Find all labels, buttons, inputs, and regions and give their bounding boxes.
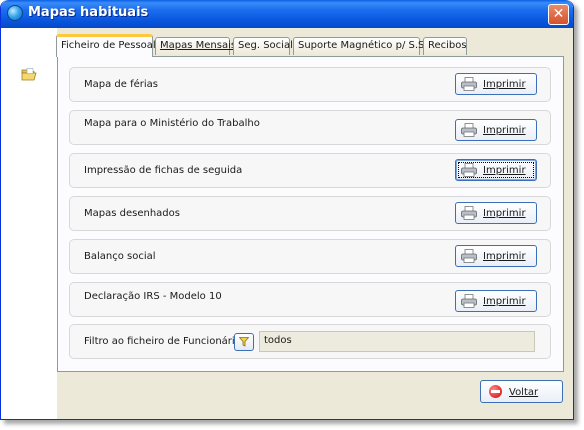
report-row-balanco-social: Balanço social Imprimir bbox=[69, 239, 551, 274]
print-button[interactable]: Imprimir bbox=[455, 159, 537, 181]
row-label: Declaração IRS - Modelo 10 bbox=[84, 291, 222, 302]
print-button[interactable]: Imprimir bbox=[455, 119, 537, 141]
stop-icon bbox=[489, 385, 502, 398]
back-button-label: Voltar bbox=[509, 387, 539, 398]
tab-seg-social[interactable]: Seg. Social bbox=[233, 37, 293, 55]
printer-icon bbox=[461, 163, 477, 177]
print-button-label: Imprimir bbox=[483, 208, 526, 219]
tab-panel: Mapa de férias Imprimir Mapa para o Mini… bbox=[57, 56, 564, 372]
row-label: Mapa de férias bbox=[84, 79, 158, 90]
back-button[interactable]: Voltar bbox=[480, 380, 563, 403]
tab-label: Mapas Mensais bbox=[160, 40, 237, 51]
filter-label: Filtro ao ficheiro de Funcionários bbox=[84, 336, 247, 347]
printer-icon bbox=[461, 77, 477, 91]
print-button[interactable]: Imprimir bbox=[455, 245, 537, 267]
funnel-icon bbox=[239, 337, 249, 347]
tab-ficheiro-de-pessoal[interactable]: Ficheiro de Pessoal bbox=[56, 34, 156, 57]
tab-mapas-mensais[interactable]: Mapas Mensais bbox=[155, 37, 236, 55]
print-button-label: Imprimir bbox=[483, 165, 526, 176]
app-globe-icon bbox=[7, 5, 23, 21]
printer-icon bbox=[461, 123, 477, 137]
print-button-label: Imprimir bbox=[483, 125, 526, 136]
report-row-mapas-desenhados: Mapas desenhados Imprimir bbox=[69, 196, 551, 231]
row-label: Mapas desenhados bbox=[84, 208, 180, 219]
printer-icon bbox=[461, 249, 477, 263]
open-folder-icon bbox=[21, 68, 37, 81]
report-row-ministerio-trabalho: Mapa para o Ministério do Trabalho Impri… bbox=[69, 110, 551, 145]
close-button[interactable]: ✕ bbox=[548, 4, 569, 25]
left-sidebar bbox=[1, 28, 57, 419]
print-button[interactable]: Imprimir bbox=[455, 290, 537, 312]
report-row-mapa-ferias: Mapa de férias Imprimir bbox=[69, 67, 551, 102]
printer-icon bbox=[461, 206, 477, 220]
report-row-fichas-seguida: Impressão de fichas de seguida Imprimir bbox=[69, 153, 551, 188]
print-button[interactable]: Imprimir bbox=[455, 73, 537, 95]
print-button-label: Imprimir bbox=[483, 296, 526, 307]
print-button-label: Imprimir bbox=[483, 251, 526, 262]
report-row-irs-modelo-10: Declaração IRS - Modelo 10 Imprimir bbox=[69, 282, 551, 317]
print-button[interactable]: Imprimir bbox=[455, 202, 537, 224]
title-bar[interactable]: Mapas habituais ✕ bbox=[1, 0, 573, 28]
tab-suporte-magnetico[interactable]: Suporte Magnético p/ S.S. bbox=[293, 37, 428, 55]
filter-row: Filtro ao ficheiro de Funcionários todos bbox=[69, 324, 551, 359]
tab-recibos[interactable]: Recibos bbox=[423, 37, 467, 55]
filter-button[interactable] bbox=[234, 333, 254, 351]
row-label: Impressão de fichas de seguida bbox=[84, 165, 243, 176]
filter-value-field[interactable]: todos bbox=[259, 331, 535, 352]
row-label: Mapa para o Ministério do Trabalho bbox=[84, 118, 260, 129]
print-button-label: Imprimir bbox=[483, 79, 526, 90]
printer-icon bbox=[461, 294, 477, 308]
window-title: Mapas habituais bbox=[28, 5, 149, 20]
row-label: Balanço social bbox=[84, 251, 156, 262]
